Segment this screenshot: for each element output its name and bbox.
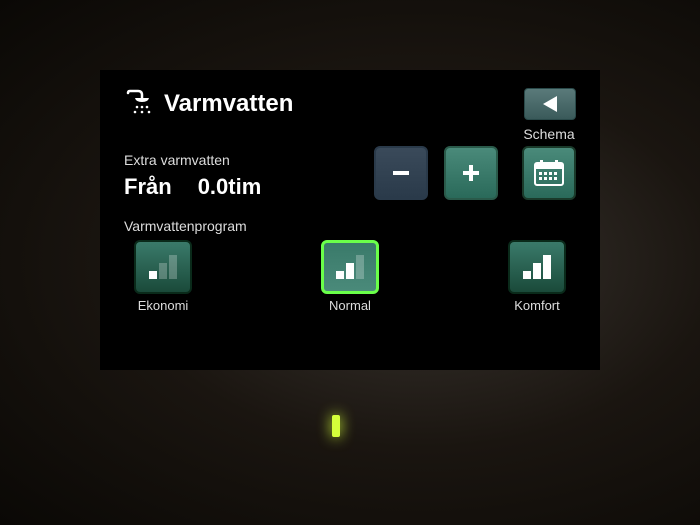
shower-icon xyxy=(124,89,154,119)
back-arrow-icon xyxy=(539,94,561,114)
program-row: Ekonomi Normal xyxy=(124,240,576,313)
normal-button[interactable] xyxy=(321,240,379,294)
minus-icon xyxy=(387,159,415,187)
comfort-button[interactable] xyxy=(508,240,566,294)
extra-hot-water-row: Extra varmvatten Från 0.0tim Schema xyxy=(124,126,576,200)
program-label: Varmvattenprogram xyxy=(124,218,576,234)
adjust-buttons xyxy=(374,146,498,200)
program-section: Varmvattenprogram Ekonomi xyxy=(124,218,576,313)
schedule-label: Schema xyxy=(523,126,574,142)
bars-high-icon xyxy=(519,251,555,283)
schedule-button[interactable] xyxy=(522,146,576,200)
extra-label: Extra varmvatten xyxy=(124,152,354,168)
program-item-comfort: Komfort xyxy=(508,240,566,313)
increase-button[interactable] xyxy=(444,146,498,200)
economy-label: Ekonomi xyxy=(138,298,189,313)
extra-duration: 0.0tim xyxy=(198,174,262,200)
bars-low-icon xyxy=(145,251,181,283)
decrease-button[interactable] xyxy=(374,146,428,200)
normal-label: Normal xyxy=(329,298,371,313)
bars-medium-icon xyxy=(332,251,368,283)
program-item-economy: Ekonomi xyxy=(134,240,192,313)
extra-state: Från xyxy=(124,174,172,200)
hot-water-panel: Varmvatten Extra varmvatten Från 0.0tim xyxy=(100,70,600,370)
calendar-icon xyxy=(532,158,566,188)
program-item-normal: Normal xyxy=(321,240,379,313)
plus-icon xyxy=(457,159,485,187)
page-title: Varmvatten xyxy=(164,90,293,118)
title-group: Varmvatten xyxy=(124,89,293,119)
comfort-label: Komfort xyxy=(514,298,560,313)
header: Varmvatten xyxy=(124,88,576,120)
back-button[interactable] xyxy=(524,88,576,120)
extra-value-row: Från 0.0tim xyxy=(124,174,354,200)
status-led xyxy=(332,415,340,437)
extra-block: Extra varmvatten Från 0.0tim xyxy=(124,152,354,200)
schedule-block: Schema xyxy=(522,126,576,200)
economy-button[interactable] xyxy=(134,240,192,294)
